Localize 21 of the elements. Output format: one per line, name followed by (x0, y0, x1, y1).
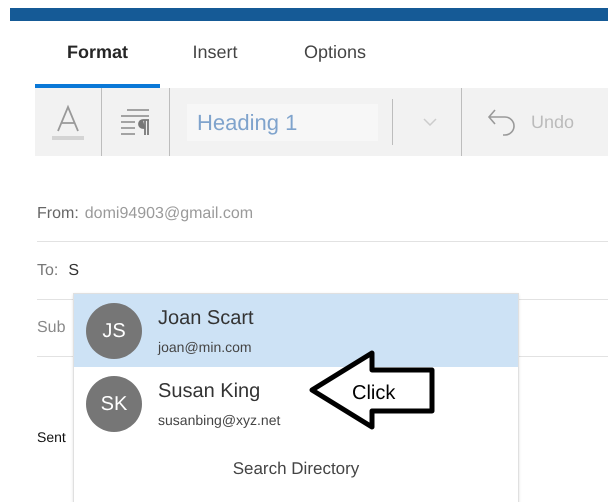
paragraph-icon[interactable] (120, 108, 150, 136)
font-color-icon[interactable] (52, 103, 84, 141)
ribbon-tab[interactable]: Options (270, 21, 400, 88)
callout-label: Click (352, 381, 396, 406)
from-label: From: (37, 204, 79, 224)
search-directory-button[interactable]: Search Directory (224, 456, 368, 482)
contact-suggestion[interactable]: JS Joan Scart joan@min.com (74, 294, 518, 367)
contact-avatar: SK (86, 376, 142, 432)
undo-icon (487, 108, 517, 136)
to-label: To: (37, 260, 58, 280)
sent-label: Sent (37, 429, 66, 445)
contact-avatar: JS (86, 302, 142, 358)
contact-name: Susan King (158, 379, 262, 404)
ribbon-tab[interactable]: Insert (160, 21, 270, 88)
contact-name: Joan Scart (158, 306, 254, 331)
to-field[interactable]: S (68, 258, 80, 282)
from-address: domi94903@gmail.com (84, 204, 254, 224)
subject-label: Sub (37, 318, 66, 338)
contact-email: susanbing@xyz.net (158, 411, 280, 430)
chevron-down-icon[interactable] (423, 118, 437, 126)
contact-email: joan@min.com (158, 338, 253, 357)
